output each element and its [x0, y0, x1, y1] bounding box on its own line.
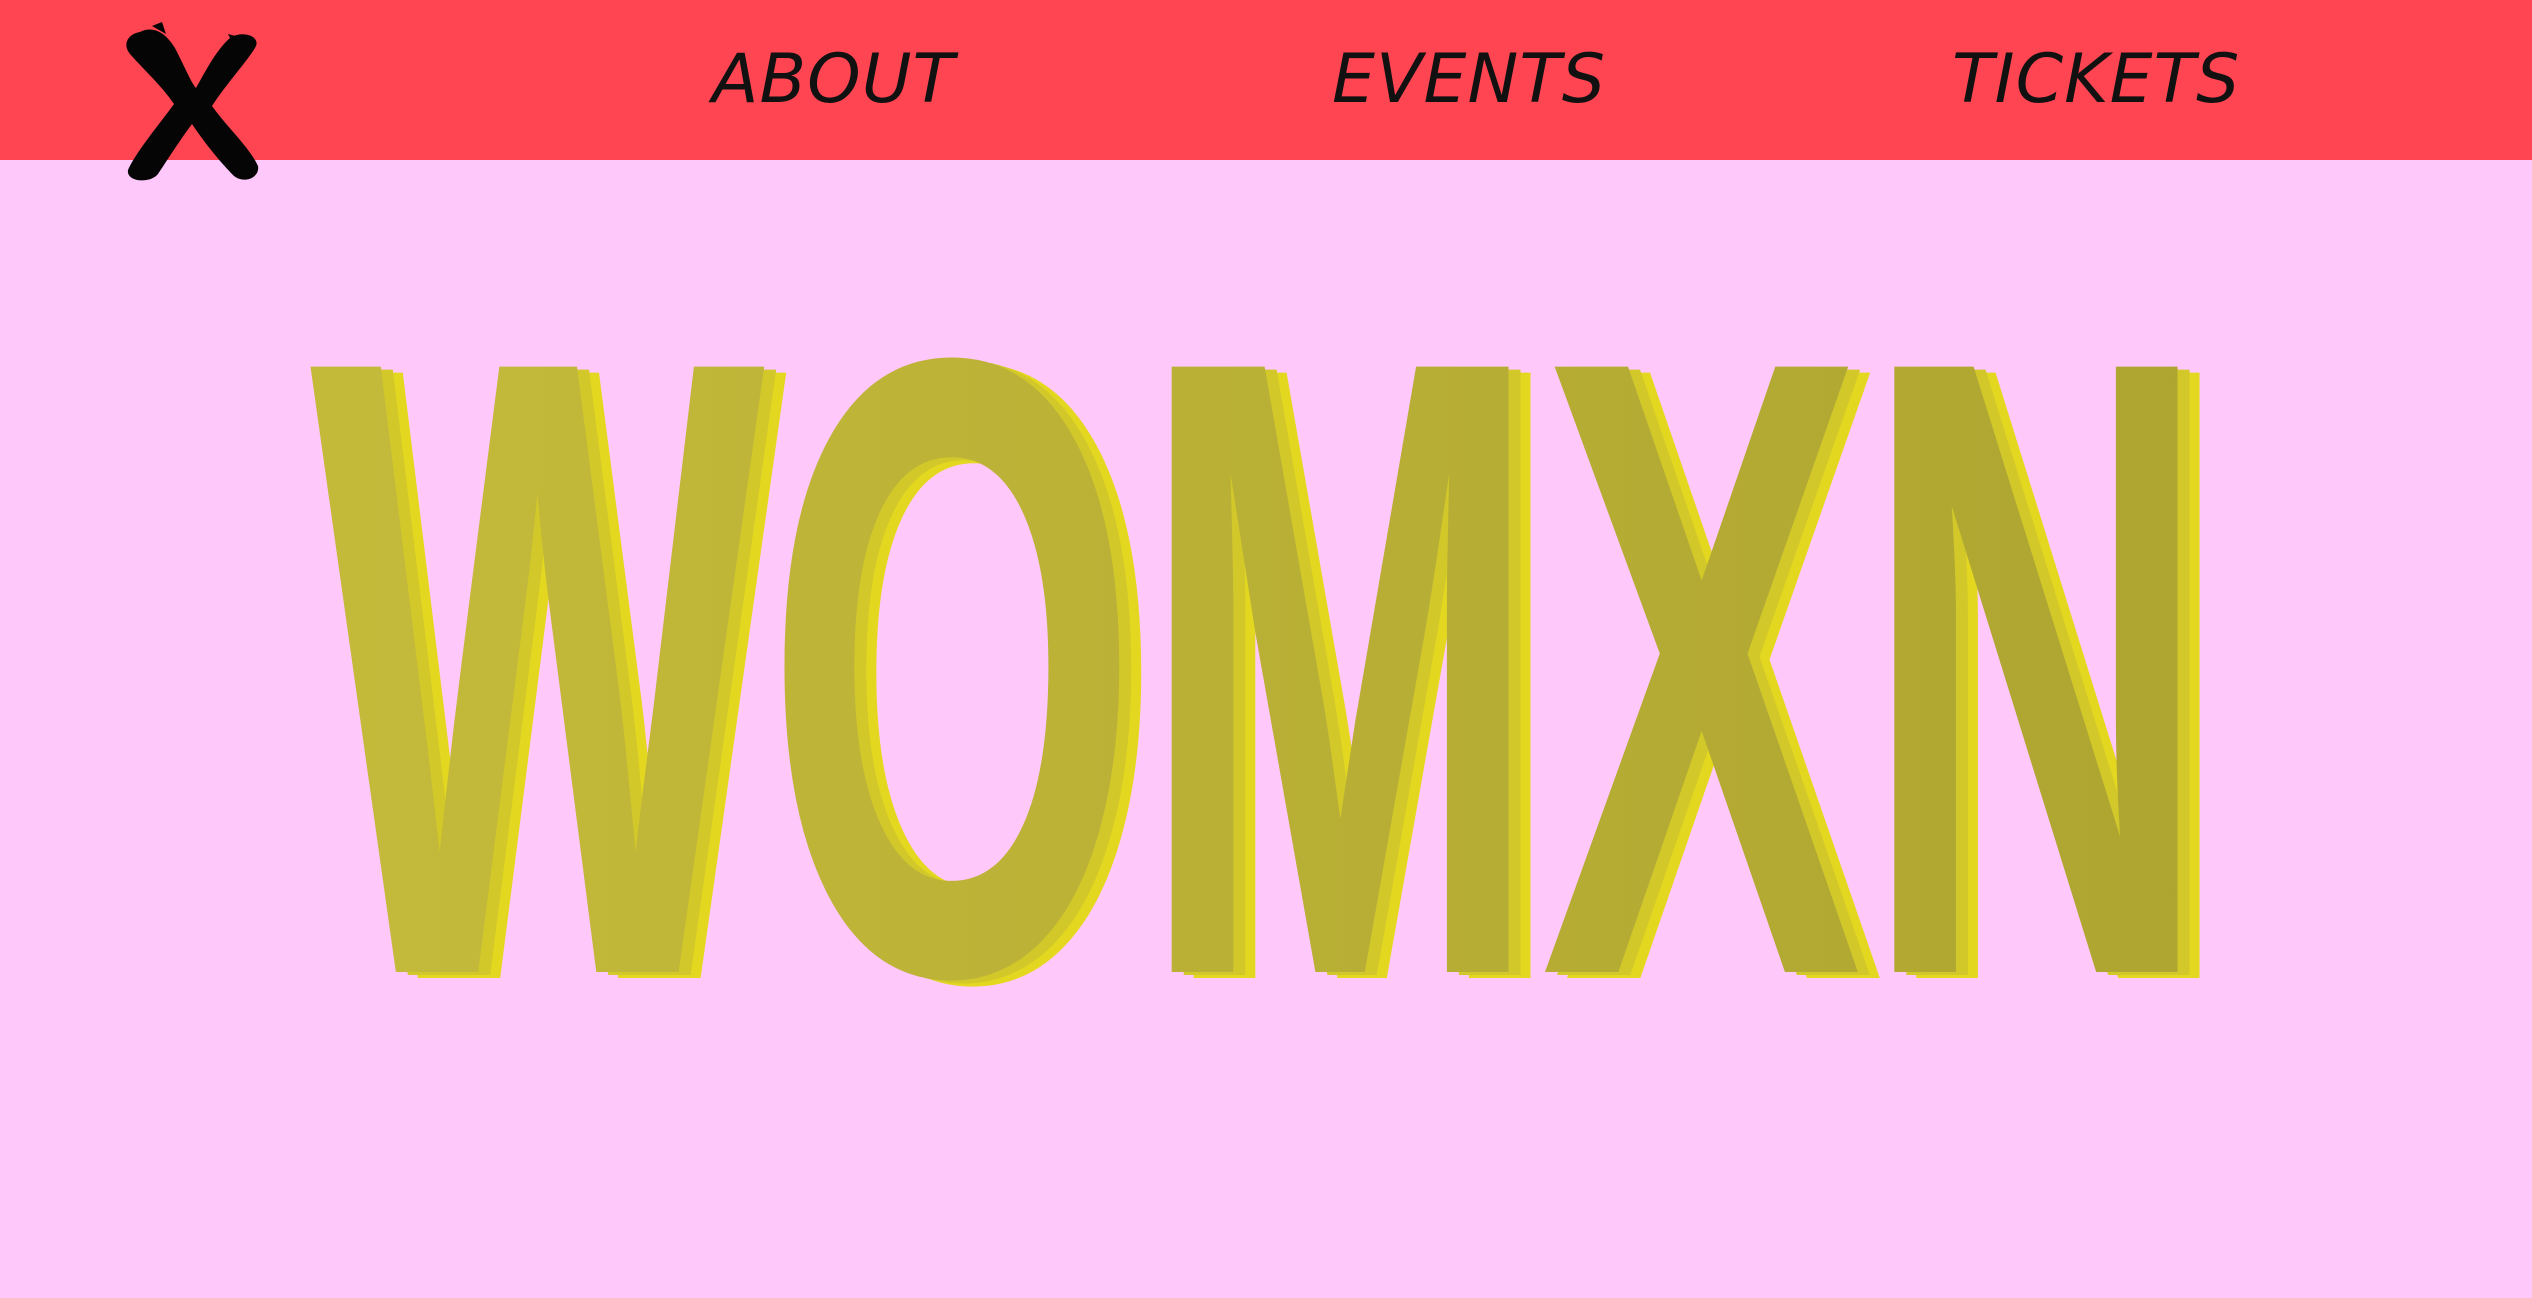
- nav-link-about[interactable]: ABOUT: [712, 40, 955, 120]
- top-navbar: ABOUT EVENTS TICKETS: [0, 0, 2532, 181]
- home-logo-x-icon[interactable]: [100, 14, 270, 184]
- hero-title: WOMXN: [310, 320, 2210, 1000]
- x-brush-icon: [126, 22, 259, 181]
- nav-link-events[interactable]: EVENTS: [1332, 40, 1606, 120]
- hero-3d-title: WOMXN WOMXN WOMXN: [310, 320, 2232, 1000]
- hero-section: WOMXN WOMXN WOMXN: [300, 320, 2240, 1000]
- nav-link-tickets[interactable]: TICKETS: [1952, 40, 2240, 120]
